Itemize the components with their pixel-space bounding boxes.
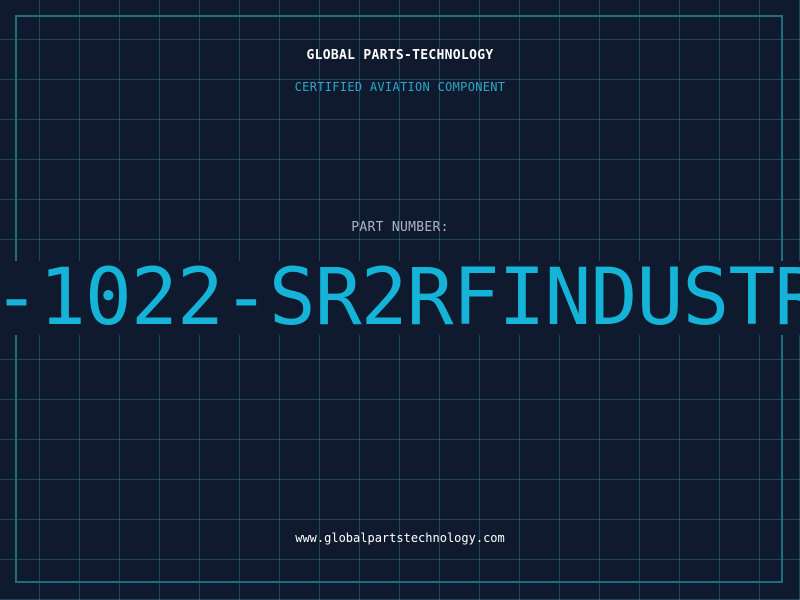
company-name: GLOBAL PARTS-TECHNOLOGY [306, 48, 494, 63]
part-number-value: -1022-SR2RFINDUSTR [0, 261, 800, 335]
part-number-band: -1022-SR2RFINDUSTR [0, 261, 800, 335]
part-number-label: PART NUMBER: [351, 220, 449, 235]
website-url: www.globalpartstechnology.com [295, 531, 505, 545]
certification-tagline: CERTIFIED AVIATION COMPONENT [294, 80, 506, 94]
